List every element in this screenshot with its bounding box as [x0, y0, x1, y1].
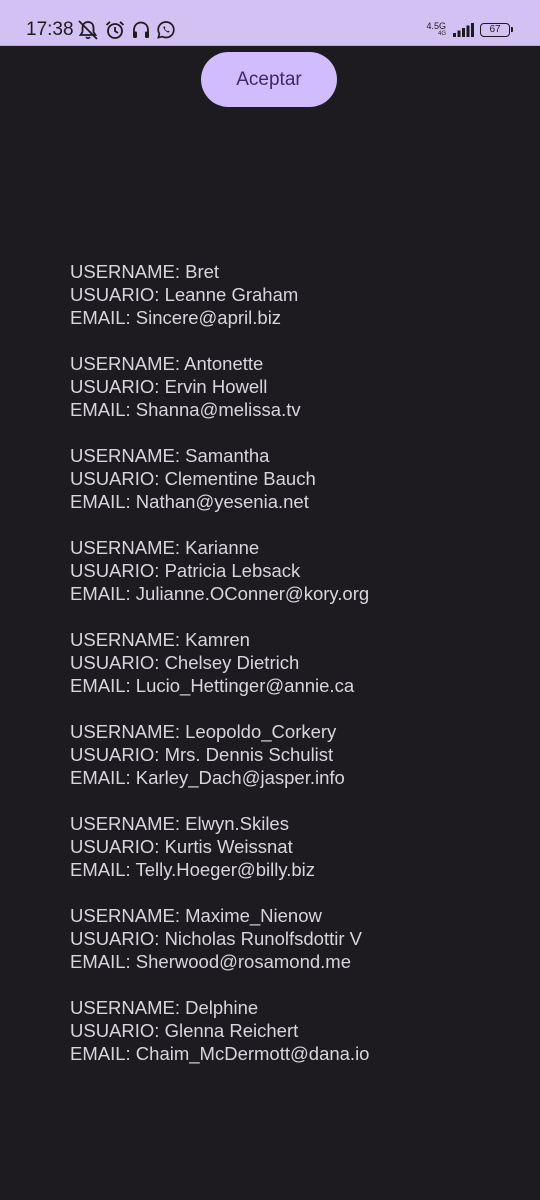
list-item: USERNAME: Elwyn.Skiles USUARIO: Kurtis W…: [70, 812, 510, 881]
list-item: USERNAME: Maxime_Nienow USUARIO: Nichola…: [70, 904, 510, 973]
usuario-line: USUARIO: Ervin Howell: [70, 376, 268, 397]
network-sub-label: 4G: [437, 31, 446, 37]
email-line: EMAIL: Shanna@melissa.tv: [70, 399, 301, 420]
accept-button[interactable]: Aceptar: [201, 52, 337, 107]
list-item: USERNAME: Antonette USUARIO: Ervin Howel…: [70, 352, 510, 421]
username-line: USERNAME: Delphine: [70, 997, 259, 1018]
list-item: USERNAME: Samantha USUARIO: Clementine B…: [70, 444, 510, 513]
status-time: 17:38: [26, 19, 74, 40]
list-item: USERNAME: Kamren USUARIO: Chelsey Dietri…: [70, 628, 510, 697]
username-line: USERNAME: Karianne: [70, 537, 260, 558]
usuario-line: USUARIO: Chelsey Dietrich: [70, 652, 300, 673]
usuario-line: USUARIO: Patricia Lebsack: [70, 560, 301, 581]
whatsapp-icon: [157, 21, 175, 39]
notifications-off-icon: [78, 20, 98, 40]
email-line: EMAIL: Nathan@yesenia.net: [70, 491, 309, 512]
usuario-line: USUARIO: Kurtis Weissnat: [70, 836, 293, 857]
list-item: USERNAME: Leopoldo_Corkery USUARIO: Mrs.…: [70, 720, 510, 789]
usuario-line: USUARIO: Leanne Graham: [70, 284, 299, 305]
username-line: USERNAME: Leopoldo_Corkery: [70, 721, 337, 742]
signal-icon: [453, 23, 474, 37]
email-line: EMAIL: Julianne.OConner@kory.org: [70, 583, 370, 604]
email-line: EMAIL: Karley_Dach@jasper.info: [70, 767, 345, 788]
user-list: USERNAME: Bret USUARIO: Leanne Graham EM…: [70, 260, 510, 1088]
email-line: EMAIL: Lucio_Hettinger@annie.ca: [70, 675, 355, 696]
battery-icon: 67: [480, 23, 513, 37]
username-line: USERNAME: Maxime_Nienow: [70, 905, 322, 926]
status-icons-left: [77, 19, 176, 41]
username-line: USERNAME: Antonette: [70, 353, 264, 374]
email-line: EMAIL: Sincere@april.biz: [70, 307, 282, 328]
usuario-line: USUARIO: Nicholas Runolfsdottir V: [70, 928, 362, 949]
usuario-line: USUARIO: Clementine Bauch: [70, 468, 316, 489]
status-right: 4.5G 4G 67: [426, 17, 513, 43]
list-item: USERNAME: Bret USUARIO: Leanne Graham EM…: [70, 260, 510, 329]
usuario-line: USUARIO: Mrs. Dennis Schulist: [70, 744, 334, 765]
list-item: USERNAME: Karianne USUARIO: Patricia Leb…: [70, 536, 510, 605]
battery-level: 67: [489, 24, 501, 35]
network-type-label: 4.5G: [426, 21, 446, 31]
username-line: USERNAME: Elwyn.Skiles: [70, 813, 289, 834]
headphones-icon: [133, 21, 149, 38]
email-line: EMAIL: Sherwood@rosamond.me: [70, 951, 351, 972]
username-line: USERNAME: Bret: [70, 261, 220, 282]
usuario-line: USUARIO: Glenna Reichert: [70, 1020, 299, 1041]
email-line: EMAIL: Chaim_McDermott@dana.io: [70, 1043, 370, 1064]
alarm-icon: [105, 21, 125, 39]
status-bar: 17:38 4.5G 4G 67: [0, 0, 540, 46]
network-type: 4.5G 4G: [426, 22, 446, 38]
username-line: USERNAME: Samantha: [70, 445, 270, 466]
email-line: EMAIL: Telly.Hoeger@billy.biz: [70, 859, 315, 880]
list-item: USERNAME: Delphine USUARIO: Glenna Reich…: [70, 996, 510, 1065]
username-line: USERNAME: Kamren: [70, 629, 250, 650]
